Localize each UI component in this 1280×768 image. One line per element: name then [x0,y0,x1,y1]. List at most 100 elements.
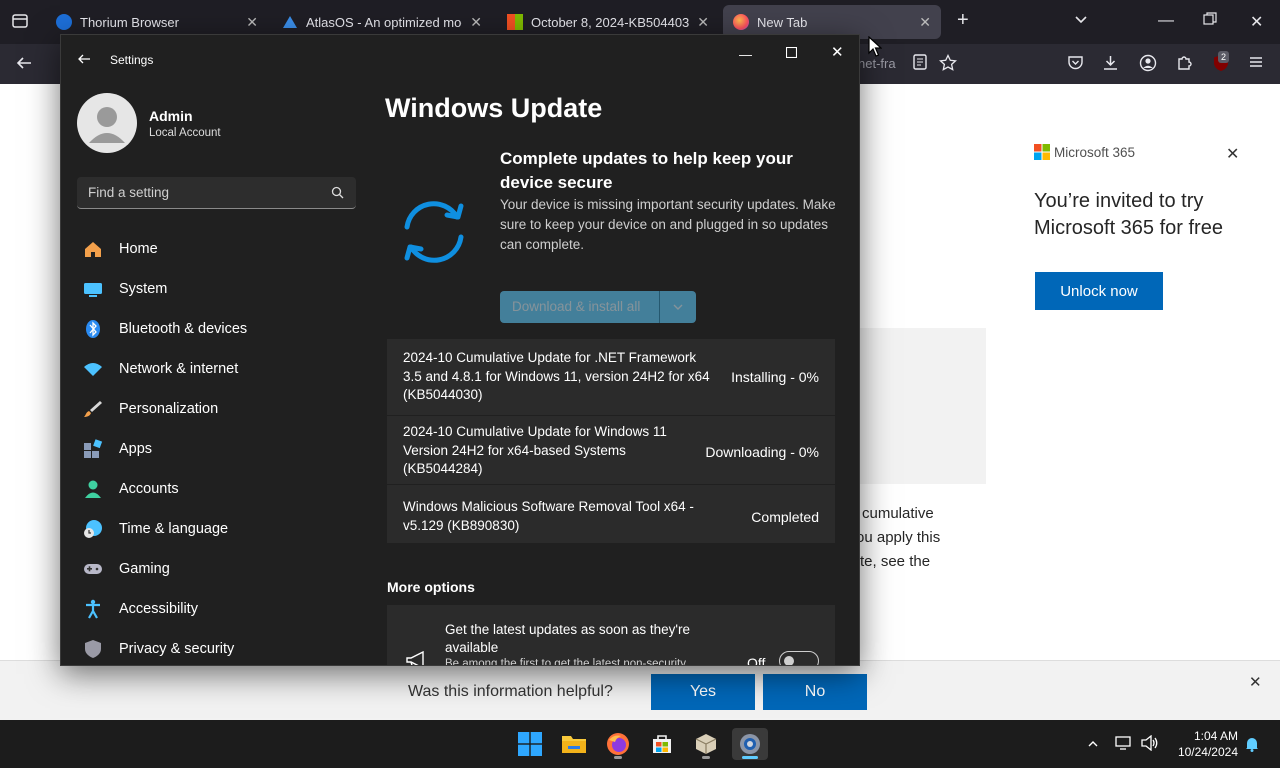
minimize-icon[interactable]: — [739,47,752,62]
avatar[interactable] [77,93,137,153]
article-text: cumulative ou apply this te, see the [856,502,940,574]
extensions-icon[interactable] [1176,54,1193,76]
maximize-icon[interactable] [785,45,798,63]
close-tab-icon[interactable]: ✕ [470,14,482,31]
time-language-icon [83,519,103,539]
firefox-icon [733,14,749,30]
sidebar-item-label: Gaming [119,561,170,577]
tab-title: AtlasOS - An optimized modific [306,14,462,30]
gamepad-icon [83,559,103,579]
close-feedback-icon[interactable]: ✕ [1249,673,1262,691]
microsoft-store-icon[interactable] [644,728,680,760]
account-icon[interactable] [1139,54,1157,77]
sidebar-item-label: Bluetooth & devices [119,321,248,337]
sidebar-item-bluetooth[interactable]: Bluetooth & devices [83,319,247,339]
update-name: 2024-10 Cumulative Update for .NET Frame… [403,350,710,402]
article-line: cumulative [862,505,934,522]
update-row: 2024-10 Cumulative Update for .NET Frame… [387,339,835,415]
mouse-cursor-icon [868,35,883,63]
sidebar-item-label: Home [119,241,158,257]
status-text: Your device is missing important securit… [500,197,836,252]
settings-taskbar-icon[interactable] [732,728,768,760]
update-status: Downloading - 0% [705,444,819,460]
tab-title: October 8, 2024-KB5044030 Cu [531,14,690,30]
menu-icon[interactable] [1248,54,1264,75]
feedback-bar: Was this information helpful? Yes No ✕ [0,660,1280,720]
microsoft-logo-icon [1034,144,1050,160]
ms365-brand-label: Microsoft 365 [1054,144,1136,160]
search-input[interactable]: Find a setting [77,177,356,209]
home-icon [83,239,103,259]
package-app-icon[interactable] [688,728,724,760]
close-window-icon[interactable]: ✕ [831,43,844,61]
sidebar-item-apps[interactable]: Apps [83,439,152,459]
running-indicator [702,756,710,759]
new-tab-icon[interactable]: + [957,9,969,32]
split-divider [659,291,660,323]
close-promo-icon[interactable]: ✕ [1226,144,1239,164]
sidebar-item-time-language[interactable]: Time & language [83,519,228,539]
sidebar-item-accounts[interactable]: Accounts [83,479,179,499]
sidebar-item-system[interactable]: System [83,279,167,299]
chevron-up-icon[interactable] [1087,737,1099,755]
search-icon[interactable] [331,186,344,204]
clock-date[interactable]: 10/24/2024 [1168,745,1238,759]
ms365-brand: Microsoft 365 [1034,144,1135,160]
sync-update-icon [397,195,471,274]
close-window-icon[interactable]: ✕ [1250,12,1263,32]
firefox-taskbar-icon[interactable] [600,728,636,760]
tab-overview-icon[interactable] [11,12,29,35]
back-arrow-icon[interactable] [77,52,91,71]
download-install-all-button[interactable]: Download & install all [512,299,640,314]
feedback-no-button[interactable]: No [763,674,867,710]
reader-view-icon[interactable] [912,54,928,75]
unlock-now-button[interactable]: Unlock now [1035,272,1163,310]
chevron-down-icon[interactable] [672,300,684,318]
article-line: te, see the [860,553,931,570]
apps-icon [83,439,103,459]
minimize-icon[interactable]: — [1158,12,1174,30]
sidebar-item-accessibility[interactable]: Accessibility [83,599,198,619]
microsoft-icon [507,14,523,30]
sidebar-item-network[interactable]: Network & internet [83,359,238,379]
update-row: 2024-10 Cumulative Update for Windows 11… [387,416,835,484]
latest-updates-toggle[interactable] [779,651,819,665]
downloads-icon[interactable] [1102,54,1119,76]
volume-icon[interactable] [1141,734,1159,756]
tab-title: Thorium Browser [80,14,179,30]
restore-icon[interactable] [1203,12,1217,31]
download-install-split-button[interactable]: Download & install all [500,291,696,323]
atlasos-icon [282,14,298,30]
file-explorer-icon[interactable] [556,728,592,760]
close-tab-icon[interactable]: ✕ [697,14,709,31]
back-arrow-icon[interactable] [15,54,33,77]
notification-bell-icon[interactable] [1245,736,1259,757]
sidebar-item-privacy-security[interactable]: Privacy & security [83,639,234,659]
toggle-state-label: Off [747,655,766,666]
bookmark-star-icon[interactable] [938,53,958,77]
pocket-icon[interactable] [1067,54,1084,76]
close-tab-icon[interactable]: ✕ [919,14,931,31]
toggle-knob [784,656,794,665]
wifi-icon [83,359,103,379]
sidebar-item-home[interactable]: Home [83,239,158,259]
settings-window: Settings — ✕ Admin Local Account Find a … [60,34,860,666]
option-title: Get the latest updates as soon as they'r… [445,622,690,655]
latest-updates-option-card[interactable]: Get the latest updates as soon as they'r… [387,605,835,666]
settings-app-title: Settings [110,53,154,67]
option-subtitle: Be among the first to get the latest non… [445,658,686,666]
sidebar-item-gaming[interactable]: Gaming [83,559,170,579]
article-line: ou apply this [856,529,941,546]
network-icon[interactable] [1115,735,1133,756]
sidebar-item-personalization[interactable]: Personalization [83,399,218,419]
close-tab-icon[interactable]: ✕ [246,14,258,31]
bluetooth-icon [83,319,103,339]
thorium-icon [56,14,72,30]
clock-time[interactable]: 1:04 AM [1172,729,1238,743]
chevron-down-icon[interactable] [1074,12,1088,31]
feedback-yes-button[interactable]: Yes [651,674,755,710]
extension-badge: 2 [1218,51,1230,63]
sidebar-item-label: Apps [119,441,153,457]
sidebar-item-label: System [119,281,168,297]
start-button[interactable] [512,728,548,760]
